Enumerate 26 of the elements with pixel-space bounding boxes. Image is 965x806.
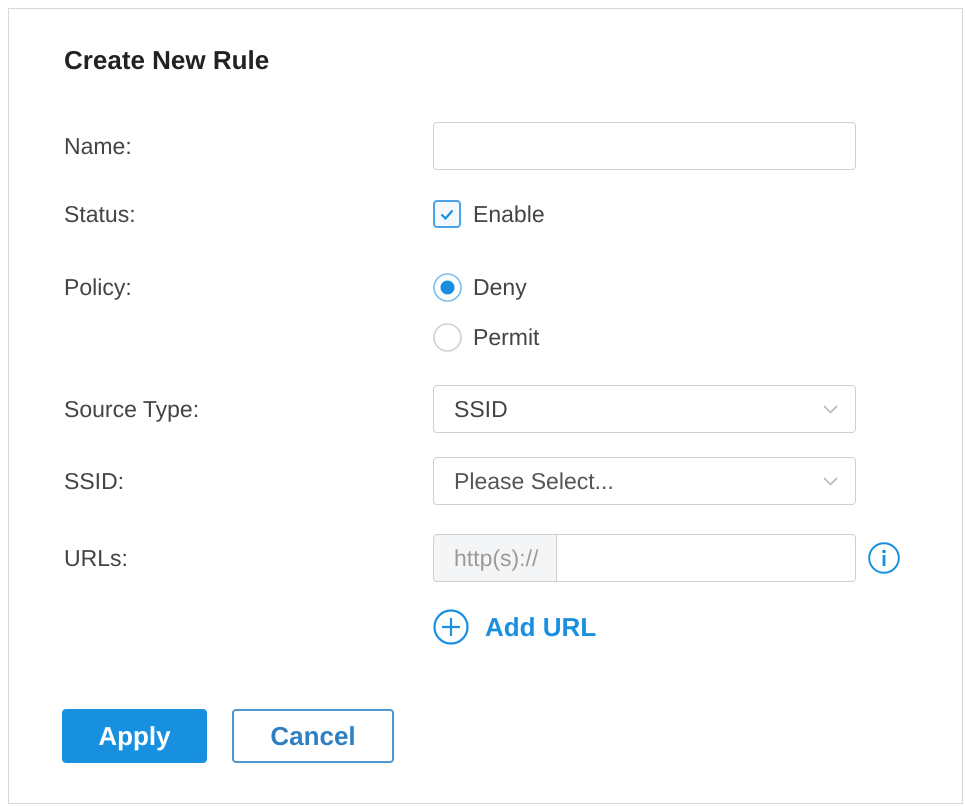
- checkbox[interactable]: [433, 200, 461, 228]
- radio-label: Deny: [473, 273, 527, 302]
- field-label: Name:: [64, 132, 132, 161]
- checkmark-icon: [440, 208, 454, 220]
- checkbox-label: Enable: [473, 200, 545, 229]
- field-label: Status:: [64, 200, 136, 229]
- chevron-down-icon: [823, 404, 838, 414]
- info-icon[interactable]: [868, 542, 900, 574]
- text-input[interactable]: [433, 122, 856, 170]
- chevron-down-icon: [823, 476, 838, 486]
- plus-circle-icon: [433, 609, 469, 645]
- add-url-button[interactable]: Add URL: [433, 609, 596, 645]
- dialog-title: Create New Rule: [64, 44, 270, 76]
- radio-button[interactable]: [433, 323, 462, 352]
- url-input[interactable]: [557, 534, 856, 582]
- dropdown[interactable]: SSID: [433, 385, 856, 433]
- radio-button[interactable]: [433, 273, 462, 302]
- dropdown[interactable]: Please Select...: [433, 457, 856, 505]
- field-label: SSID:: [64, 466, 124, 496]
- url-prefix: http(s)://: [433, 534, 557, 582]
- apply-button[interactable]: Apply: [62, 709, 207, 763]
- field-label: Policy:: [64, 273, 132, 302]
- radio-label: Permit: [473, 323, 540, 352]
- field-label: Source Type:: [64, 394, 200, 424]
- field-label: URLs:: [64, 544, 128, 573]
- cancel-button[interactable]: Cancel: [232, 709, 394, 763]
